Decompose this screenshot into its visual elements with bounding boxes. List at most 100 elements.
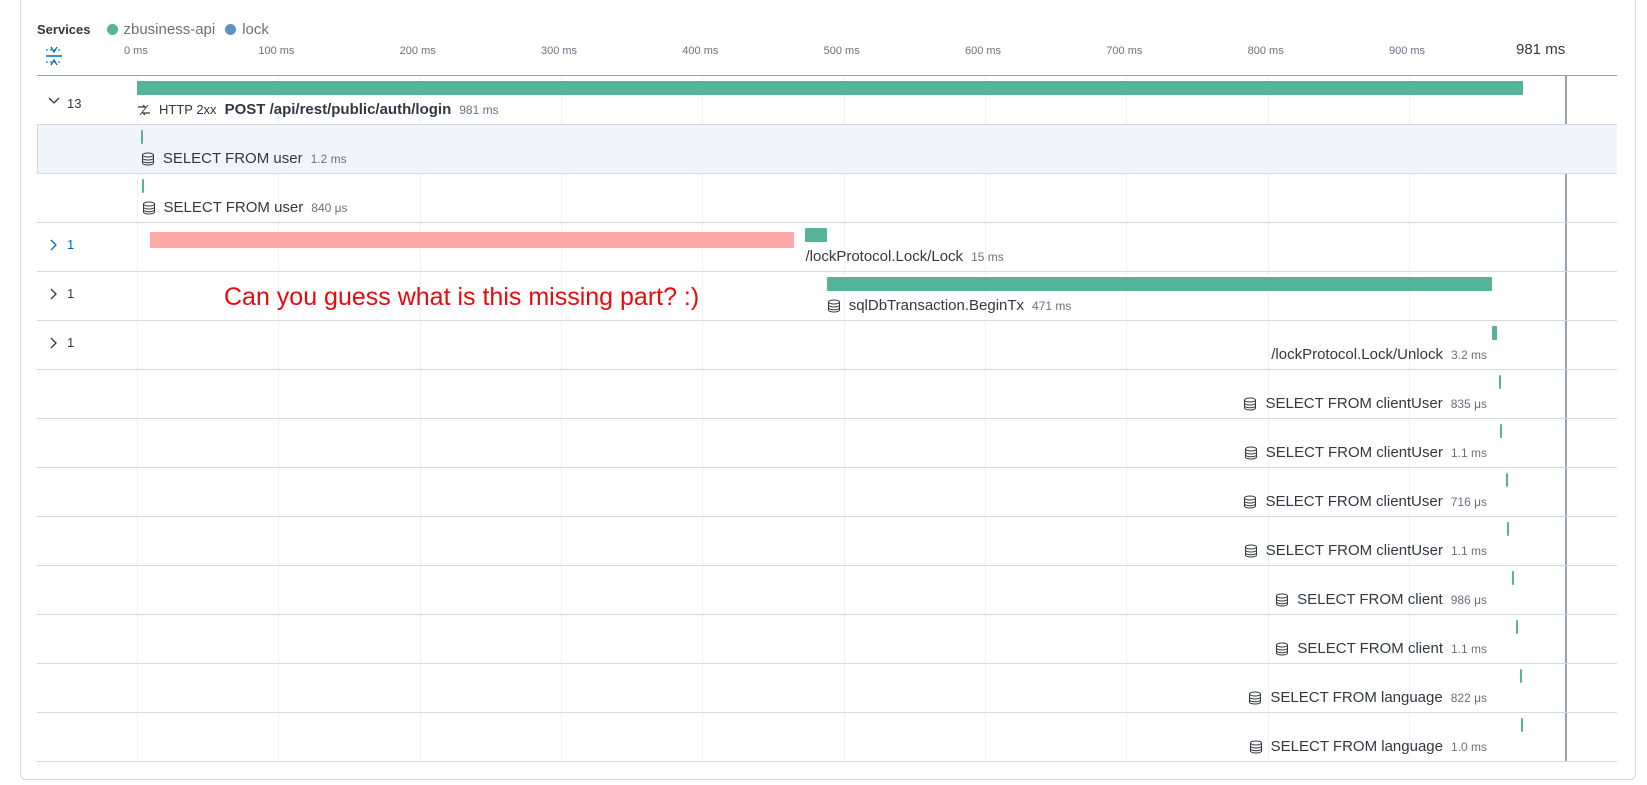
span-row[interactable]: 13 HTTP 2xx POST /api/rest/public/auth/log… xyxy=(37,76,1617,125)
chevron-right-icon xyxy=(50,288,57,299)
span-name: SELECT FROM client xyxy=(1297,591,1443,608)
http-icon xyxy=(137,103,151,117)
span-duration: 471 ms xyxy=(1032,298,1072,313)
span-label: SELECT FROM language 1.0 ms xyxy=(1249,738,1487,755)
db-icon xyxy=(1275,593,1289,607)
axis-tick-label: 600 ms xyxy=(964,45,1002,57)
legend-label: zbusiness-api xyxy=(123,21,216,38)
span-duration: 1.1 ms xyxy=(1450,445,1487,460)
span-bar[interactable] xyxy=(1519,669,1522,683)
span-duration: 3.2 ms xyxy=(1450,347,1487,362)
axis-tick-label: 300 ms xyxy=(540,45,578,57)
annotation-text: Can you guess what is this missing part?… xyxy=(224,283,700,311)
span-row[interactable]: SELECT FROM clientUser 835 μs xyxy=(37,370,1617,419)
db-icon xyxy=(827,299,841,313)
span-bar[interactable] xyxy=(826,277,1493,291)
db-icon xyxy=(1243,495,1257,509)
span-duration: 1.1 ms xyxy=(1450,641,1487,656)
expand-toggle[interactable]: 1 xyxy=(47,335,74,350)
span-duration: 1.1 ms xyxy=(1450,543,1487,558)
span-bar[interactable] xyxy=(1492,326,1497,340)
db-icon xyxy=(142,201,156,215)
span-bar[interactable] xyxy=(140,130,143,144)
missing-part-highlight xyxy=(149,232,795,248)
chevron-down-icon xyxy=(48,97,60,104)
span-duration: 822 μs xyxy=(1450,690,1487,705)
db-icon xyxy=(1275,642,1289,656)
span-label: SELECT FROM clientUser 835 μs xyxy=(1243,395,1487,412)
axis-tick-label: 900 ms xyxy=(1388,45,1426,57)
span-row[interactable]: 1/lockProtocol.Lock/Unlock 3.2 ms xyxy=(37,321,1617,370)
legend-item-lock: lock xyxy=(225,21,269,38)
span-name: SELECT FROM client xyxy=(1297,640,1443,657)
axis-tick-label: 700 ms xyxy=(1106,45,1143,57)
span-bar[interactable] xyxy=(805,228,827,242)
span-duration: 716 μs xyxy=(1450,494,1487,509)
span-bar[interactable] xyxy=(141,179,144,193)
span-row[interactable]: SELECT FROM clientUser 716 μs xyxy=(37,468,1617,517)
db-icon xyxy=(1249,740,1263,754)
expand-toggle[interactable]: 1 xyxy=(47,237,74,252)
span-label: SELECT FROM user 1.2 ms xyxy=(141,150,347,167)
db-icon xyxy=(1243,397,1257,411)
span-row[interactable]: SELECT FROM language 1.0 ms xyxy=(37,713,1617,762)
span-name: sqlDbTransaction.BeginTx xyxy=(848,297,1025,314)
axis-tick-label: 400 ms xyxy=(682,45,719,57)
axis-tick-label: 0 ms xyxy=(124,45,148,57)
span-row[interactable]: 1/lockProtocol.Lock/Lock 15 ms xyxy=(37,223,1617,272)
span-row[interactable]: SELECT FROM clientUser 1.1 ms xyxy=(37,419,1617,468)
span-name: SELECT FROM user xyxy=(162,150,303,167)
span-label: sqlDbTransaction.BeginTx 471 ms xyxy=(827,297,1072,314)
child-count: 1 xyxy=(67,237,75,252)
span-row[interactable]: SELECT FROM language 822 μs xyxy=(37,664,1617,713)
span-label: SELECT FROM client 1.1 ms xyxy=(1275,640,1487,657)
span-name: /lockProtocol.Lock/Lock xyxy=(805,248,964,265)
span-bar[interactable] xyxy=(1498,375,1501,389)
span-bar[interactable] xyxy=(1515,620,1518,634)
span-label: /lockProtocol.Lock/Unlock 3.2 ms xyxy=(1271,346,1487,363)
span-duration: 835 μs xyxy=(1450,396,1487,411)
span-duration: 15 ms xyxy=(971,249,1004,264)
service-color-dot xyxy=(106,24,118,35)
span-bar[interactable] xyxy=(137,81,1524,95)
child-count: 1 xyxy=(67,335,75,350)
axis-tick-label: 800 ms xyxy=(1247,45,1284,57)
span-duration: 981 ms xyxy=(459,102,499,117)
span-name: SELECT FROM language xyxy=(1270,689,1443,706)
span-label: SELECT FROM clientUser 1.1 ms xyxy=(1244,542,1487,559)
span-bar[interactable] xyxy=(1505,473,1508,487)
span-rows: 13 HTTP 2xx POST /api/rest/public/auth/log… xyxy=(37,76,1617,762)
span-name: SELECT FROM clientUser xyxy=(1265,542,1443,559)
timeline-axis: 0 ms 100 ms 200 ms 300 ms 400 ms 500 ms 600 ms… xyxy=(0,41,1647,74)
span-name: SELECT FROM user xyxy=(163,199,304,216)
child-count: 13 xyxy=(67,96,82,111)
axis-tick-label: 200 ms xyxy=(399,45,436,57)
legend-title: Services xyxy=(37,22,91,37)
span-row[interactable]: SELECT FROM user 840 μs xyxy=(37,174,1617,223)
span-row[interactable]: SELECT FROM client 1.1 ms xyxy=(37,615,1617,664)
span-row[interactable]: SELECT FROM client 986 μs xyxy=(37,566,1617,615)
span-label: /lockProtocol.Lock/Lock 15 ms xyxy=(805,248,1003,265)
service-color-dot xyxy=(225,24,237,35)
span-row[interactable]: SELECT FROM clientUser 1.1 ms xyxy=(37,517,1617,566)
axis-tick-label: 500 ms xyxy=(823,45,860,57)
db-icon xyxy=(1244,544,1258,558)
span-name: POST /api/rest/public/auth/login xyxy=(224,101,452,118)
span-label: SELECT FROM user 840 μs xyxy=(142,199,348,216)
span-duration: 986 μs xyxy=(1450,592,1487,607)
span-bar[interactable] xyxy=(1507,522,1510,536)
chevron-right-icon xyxy=(50,337,57,348)
span-bar[interactable] xyxy=(1512,571,1515,585)
span-label: SELECT FROM language 822 μs xyxy=(1248,689,1487,706)
span-label: HTTP 2xx POST /api/rest/public/auth/login… xyxy=(137,101,499,118)
span-bar[interactable] xyxy=(1521,718,1524,732)
services-legend: Services zbusiness-api lock xyxy=(37,21,279,38)
legend-label: lock xyxy=(242,21,269,38)
span-bar[interactable] xyxy=(1500,424,1503,438)
chevron-right-icon xyxy=(50,239,57,250)
db-icon xyxy=(141,152,155,166)
span-duration: 840 μs xyxy=(311,200,348,215)
expand-toggle[interactable]: 1 xyxy=(47,286,74,301)
span-row[interactable]: SELECT FROM user 1.2 ms xyxy=(37,125,1617,174)
collapse-toggle[interactable]: 13 xyxy=(47,90,81,111)
